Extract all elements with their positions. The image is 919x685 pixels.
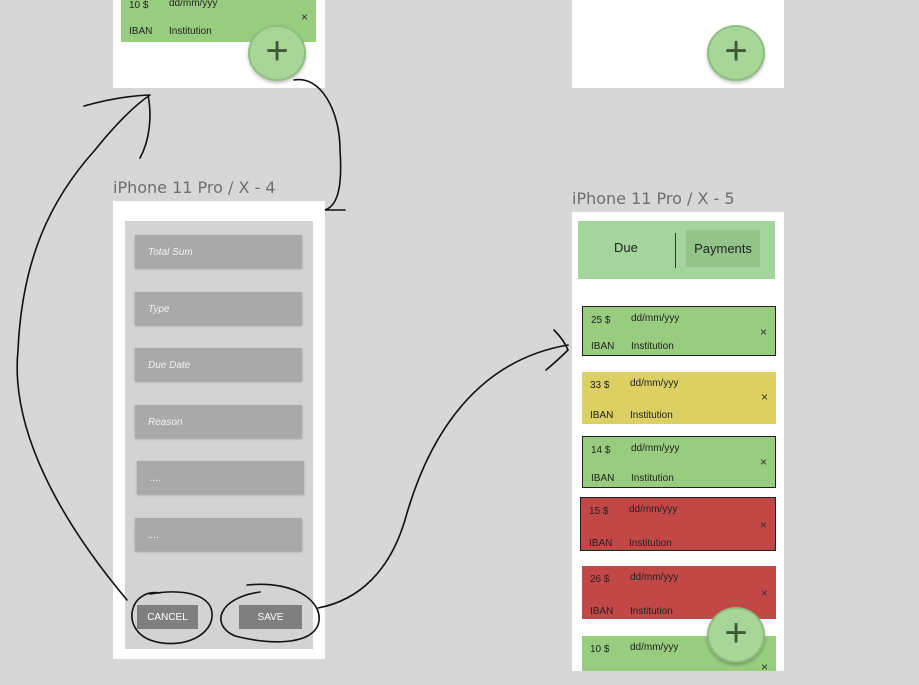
payment-card[interactable]: 15 $ dd/mm/yyy IBAN Institution × [580,497,776,551]
card-date: dd/mm/yyy [630,572,679,583]
card-amount: 14 $ [591,445,611,456]
card-amount: 25 $ [591,315,611,326]
card-institution: Institution [630,410,673,421]
payment-card[interactable]: 14 $ dd/mm/yyy IBAN Institution × [582,436,776,488]
close-icon[interactable]: × [761,586,768,600]
save-button[interactable]: SAVE [239,605,302,629]
card-institution: Institution [631,473,674,484]
due-date-field[interactable]: Due Date [135,348,302,381]
card-amount: 15 $ [589,506,609,517]
payment-card[interactable]: 33 $ dd/mm/yyy IBAN Institution × [582,372,776,424]
card-date: dd/mm/yyy [169,0,218,9]
card-date: dd/mm/yyy [631,443,680,454]
card-institution: Institution [629,538,672,549]
extra-field[interactable]: .... [137,461,304,494]
reason-field[interactable]: Reason [135,405,302,438]
card-iban: IBAN [589,538,613,549]
cancel-button[interactable]: CANCEL [137,605,198,629]
tab-bar: Due Payments [578,221,775,279]
card-iban: IBAN [590,410,614,421]
screen-list: Due Payments 25 $ dd/mm/yyy IBAN Institu… [572,212,784,671]
extra-field[interactable]: .... [135,518,302,551]
card-date: dd/mm/yyy [630,642,679,653]
plus-icon: + [724,29,748,73]
add-button[interactable]: + [707,25,765,81]
card-iban: IBAN [590,606,614,617]
card-institution: Institution [169,26,212,37]
screen-form: Total Sum Type Due Date Reason .... ....… [113,201,325,659]
card-amount: 10 $ [129,0,149,11]
card-date: dd/mm/yyy [630,378,679,389]
arrow-add-to-form [293,78,346,211]
card-date: dd/mm/yyy [629,504,678,515]
frame-title: iPhone 11 Pro / X - 5 [572,189,735,208]
close-icon[interactable]: × [760,455,767,469]
type-field[interactable]: Type [135,292,302,325]
arrowhead [83,94,151,159]
plus-icon: + [265,29,289,73]
arrowhead [545,329,569,371]
card-amount: 10 $ [590,644,610,655]
card-amount: 26 $ [590,574,610,585]
close-icon[interactable]: × [761,390,768,404]
screen-top-right: + [572,0,784,88]
screen-top-left: 10 $ dd/mm/yyy IBAN Institution × + [113,0,325,88]
card-date: dd/mm/yyy [631,313,680,324]
tab-due[interactable]: Due [614,240,638,255]
card-institution: Institution [631,341,674,352]
card-institution: Institution [630,606,673,617]
close-icon[interactable]: × [301,10,308,24]
add-button[interactable]: + [707,607,765,663]
card-iban: IBAN [591,473,615,484]
total-sum-field[interactable]: Total Sum [135,235,302,268]
payment-card[interactable]: 25 $ dd/mm/yyy IBAN Institution × [582,306,776,356]
card-amount: 33 $ [590,380,610,391]
card-iban: IBAN [591,341,615,352]
add-button[interactable]: + [248,25,306,81]
tab-payments[interactable]: Payments [686,230,760,267]
close-icon[interactable]: × [761,660,768,671]
card-iban: IBAN [129,26,153,37]
tab-divider [675,233,676,268]
close-icon[interactable]: × [760,518,767,532]
arrow-save-to-list [317,344,569,609]
plus-icon: + [724,611,748,655]
frame-title: iPhone 11 Pro / X - 4 [113,178,276,197]
close-icon[interactable]: × [760,325,767,339]
